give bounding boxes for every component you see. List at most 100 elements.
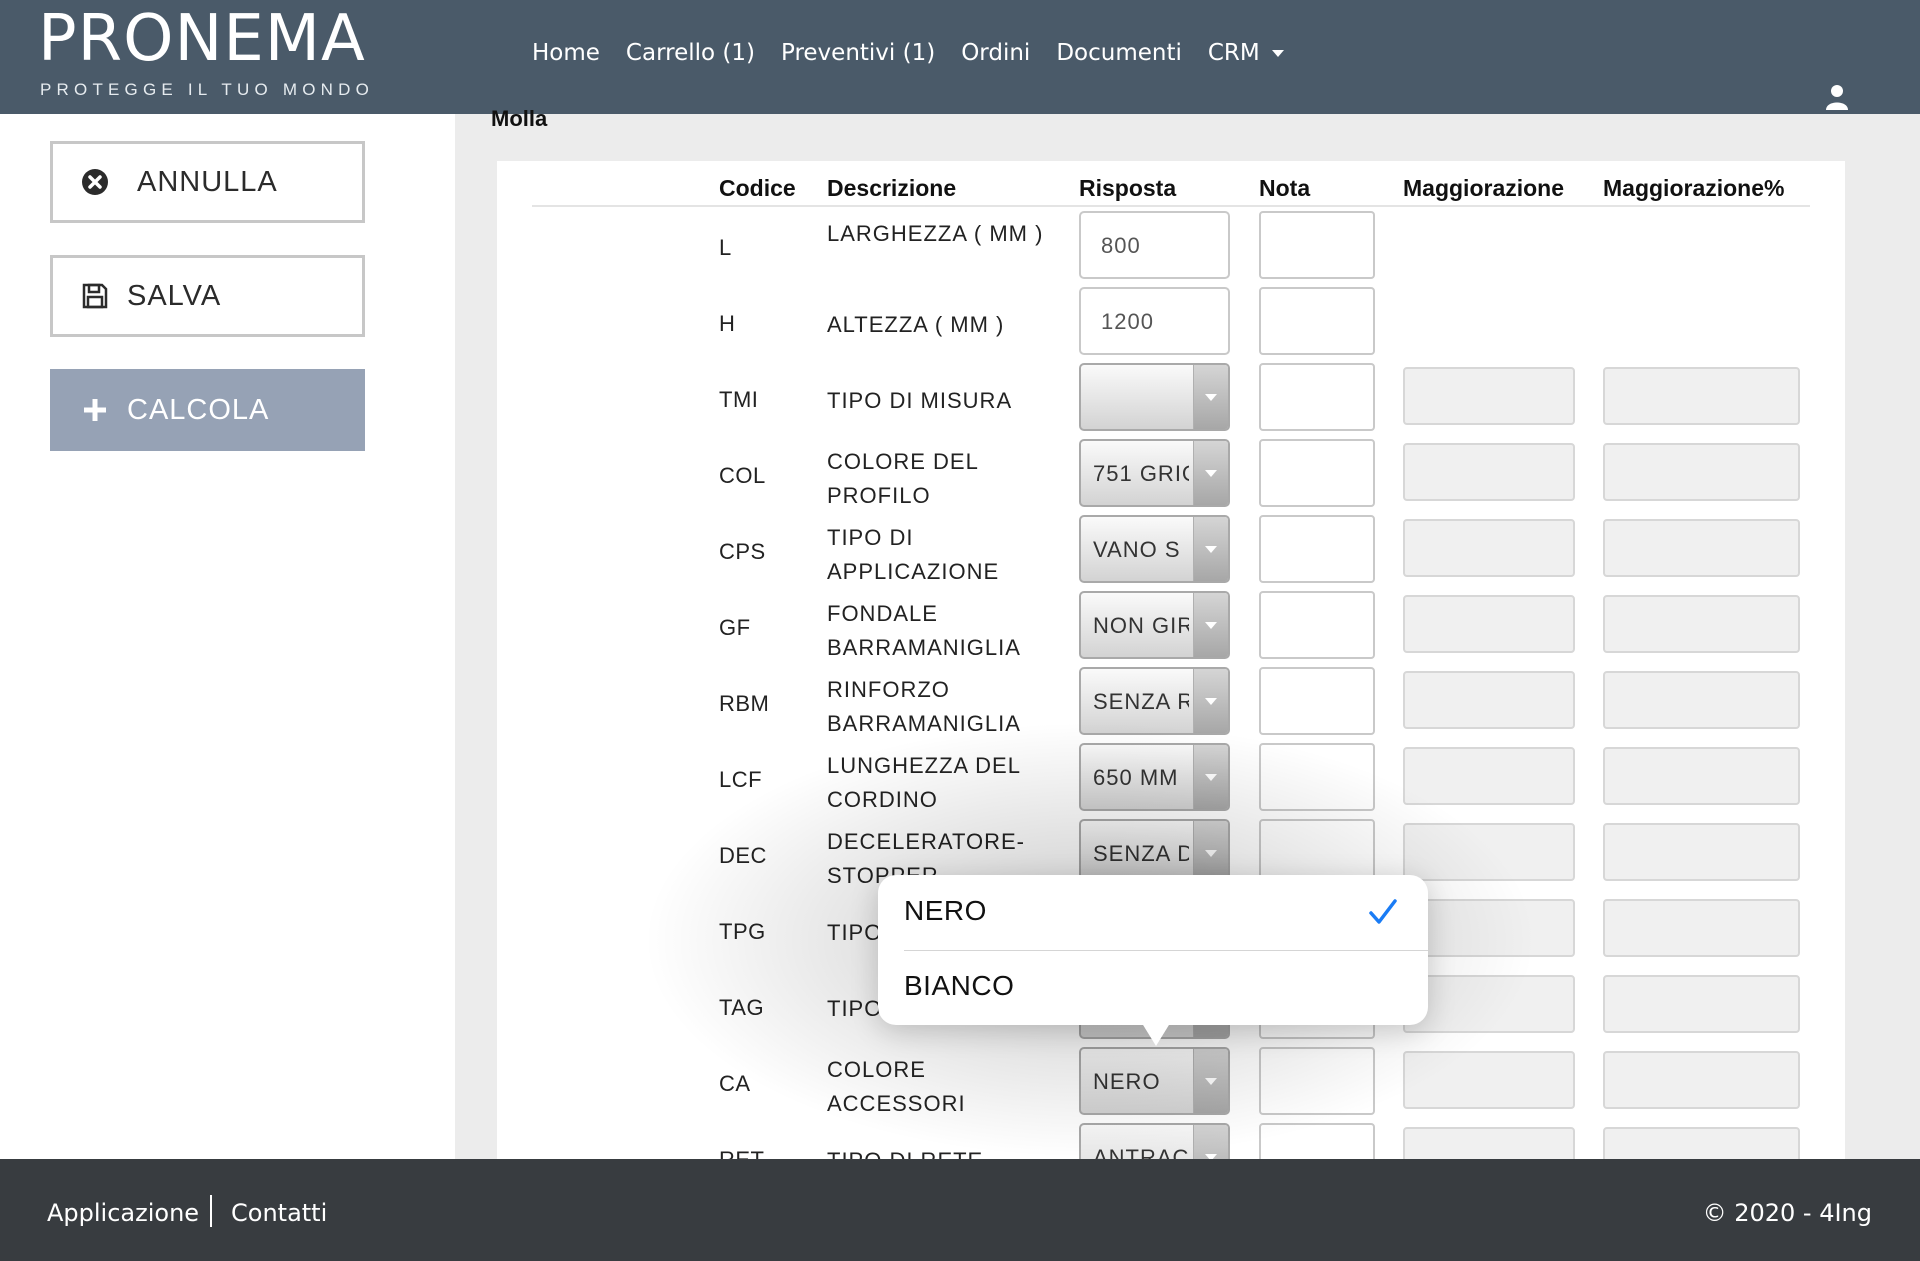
maggiorazione-field [1403, 671, 1575, 729]
maggiorazione-percent-field [1603, 823, 1800, 881]
maggiorazione-percent-field [1603, 671, 1800, 729]
header-divider [532, 205, 1810, 207]
header-codice: Codice [719, 175, 796, 201]
nota-input[interactable] [1259, 515, 1375, 583]
row-description: RINFORZO BARRAMANIGLIA [827, 677, 1021, 736]
footer: Applicazione Contatti © 2020 - 4Ing [0, 1159, 1920, 1261]
risposta-select[interactable]: VANO S [1079, 515, 1230, 583]
select-value: NERO [1093, 1069, 1161, 1094]
picker-option-bianco[interactable]: BIANCO [878, 950, 1428, 1025]
section-title: Molla [491, 106, 548, 131]
risposta-input[interactable]: 800 [1079, 211, 1230, 279]
nav-crm-dropdown[interactable]: CRM [1208, 40, 1284, 66]
chevron-down-icon [1193, 517, 1228, 581]
risposta-select[interactable]: SENZA RINFORZO [1079, 667, 1230, 735]
row-code: CPS [719, 539, 766, 564]
row-code: LCF [719, 767, 763, 792]
table-row: L LARGHEZZA ( MM ) 800 [497, 211, 1845, 287]
table-row: H ALTEZZA ( MM ) 1200 [497, 287, 1845, 363]
maggiorazione-field [1403, 595, 1575, 653]
logo-tagline: PROTEGGE IL TUO MONDO [40, 80, 375, 99]
row-description: TIPO DI APPLICAZIONE [827, 525, 1000, 584]
annulla-button[interactable]: ANNULLA [50, 141, 365, 223]
annulla-label: ANNULLA [137, 165, 278, 198]
nota-input[interactable] [1259, 363, 1375, 431]
maggiorazione-percent-field [1603, 975, 1800, 1033]
plus-icon [81, 396, 109, 424]
table-row: CPS TIPO DI APPLICAZIONE VANO S [497, 515, 1845, 591]
footer-link-contatti[interactable]: Contatti [231, 1199, 327, 1227]
maggiorazione-percent-field [1603, 747, 1800, 805]
nav-crm-label: CRM [1207, 40, 1260, 66]
option-label: NERO [904, 895, 987, 926]
nav-home[interactable]: Home [532, 40, 600, 66]
maggiorazione-field [1403, 899, 1575, 957]
risposta-input[interactable]: 1200 [1079, 287, 1230, 355]
nota-input[interactable] [1259, 287, 1375, 355]
user-icon[interactable] [1826, 84, 1848, 110]
nav-documenti[interactable]: Documenti [1056, 40, 1182, 66]
table-row: TMI TIPO DI MISURA [497, 363, 1845, 439]
checkmark-icon [1369, 899, 1397, 924]
option-label: BIANCO [904, 970, 1015, 1001]
risposta-select[interactable]: NON GIRATO [1079, 591, 1230, 659]
sidebar: ANNULLA SALVA CALCOLA [0, 114, 455, 1159]
select-value: 650 MM [1093, 765, 1179, 790]
table-row: GF FONDALE BARRAMANIGLIA NON GIRATO [497, 591, 1845, 667]
chevron-down-icon [1193, 441, 1228, 505]
nota-input[interactable] [1259, 211, 1375, 279]
maggiorazione-field [1403, 747, 1575, 805]
select-value: SENZA DECELERATORE [1093, 841, 1189, 866]
nota-input[interactable] [1259, 1123, 1375, 1161]
row-description: TIPO DI MISURA [827, 388, 1013, 413]
risposta-select[interactable] [1079, 363, 1230, 431]
row-description: ALTEZZA ( MM ) [827, 312, 1005, 337]
nota-input[interactable] [1259, 591, 1375, 659]
close-circle-icon [81, 168, 109, 196]
calcola-label: CALCOLA [127, 393, 270, 426]
select-value: 751 GRIGIO [1093, 461, 1189, 486]
nota-input[interactable] [1259, 667, 1375, 735]
risposta-select[interactable]: ANTRACITE [1079, 1123, 1230, 1161]
row-code: L [719, 235, 732, 260]
chevron-down-icon [1193, 1125, 1228, 1161]
risposta-select[interactable]: 650 MM [1079, 743, 1230, 811]
salva-button[interactable]: SALVA [50, 255, 365, 337]
row-description: COLORE ACCESSORI [827, 1057, 966, 1116]
header-maggiorazione: Maggiorazione [1403, 175, 1565, 201]
salva-label: SALVA [127, 279, 222, 312]
calcola-button[interactable]: CALCOLA [50, 369, 365, 451]
footer-divider [210, 1195, 212, 1227]
maggiorazione-percent-field [1603, 519, 1800, 577]
table-row: CA COLORE ACCESSORI NERO [497, 1047, 1845, 1123]
maggiorazione-field [1403, 367, 1575, 425]
maggiorazione-percent-field [1603, 1051, 1800, 1109]
risposta-select-active[interactable]: NERO [1079, 1047, 1230, 1115]
header-descrizione: Descrizione [827, 175, 957, 201]
save-icon [81, 282, 109, 310]
nota-input[interactable] [1259, 1047, 1375, 1115]
maggiorazione-percent-field [1603, 899, 1800, 957]
nav-preventivi[interactable]: Preventivi (1) [781, 40, 935, 66]
maggiorazione-field [1403, 519, 1575, 577]
row-code: TMI [719, 387, 759, 412]
picker-option-nero[interactable]: NERO [878, 875, 1428, 951]
maggiorazione-percent-field [1603, 443, 1800, 501]
select-value: SENZA RINFORZO [1093, 689, 1189, 714]
row-code: TAG [719, 995, 765, 1020]
logo-title[interactable]: PRONEMA [38, 2, 366, 76]
table-row: COL COLORE DEL PROFILO 751 GRIGIO [497, 439, 1845, 515]
nota-input[interactable] [1259, 743, 1375, 811]
select-value: NON GIRATO [1093, 613, 1189, 638]
maggiorazione-field [1403, 823, 1575, 881]
main-nav: Home Carrello (1) Preventivi (1) Ordini … [532, 40, 1284, 66]
chevron-down-icon [1193, 1049, 1228, 1113]
footer-link-applicazione[interactable]: Applicazione [47, 1199, 199, 1227]
maggiorazione-field [1403, 443, 1575, 501]
row-code: COL [719, 463, 766, 488]
nav-carrello[interactable]: Carrello (1) [626, 40, 755, 66]
nota-input[interactable] [1259, 439, 1375, 507]
risposta-select[interactable]: 751 GRIGIO [1079, 439, 1230, 507]
maggiorazione-percent-field [1603, 367, 1800, 425]
nav-ordini[interactable]: Ordini [961, 40, 1030, 66]
